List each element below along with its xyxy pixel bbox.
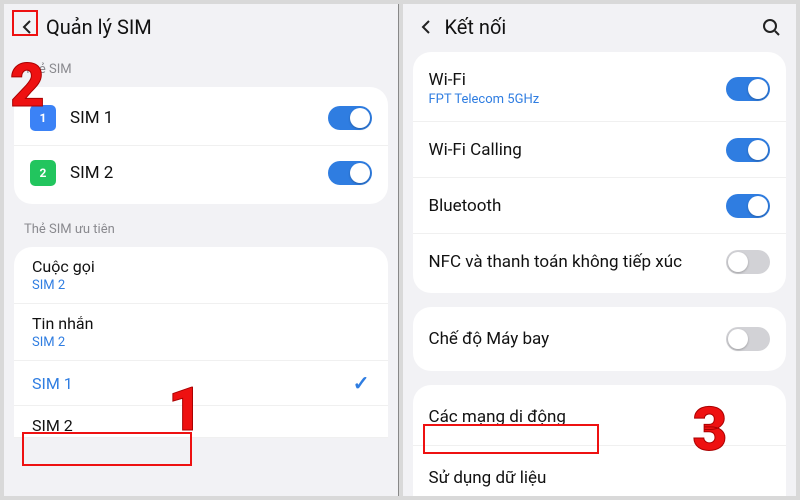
back-button[interactable] (14, 14, 40, 40)
sim2-row[interactable]: 2 SIM 2 (14, 145, 388, 200)
bluetooth-row[interactable]: Bluetooth (413, 177, 787, 233)
pref-calls-row[interactable]: Cuộc gọi SIM 2 (14, 247, 388, 304)
bluetooth-toggle[interactable] (726, 194, 770, 218)
connections-card-3: Các mạng di động Sử dụng dữ liệu (413, 385, 787, 496)
check-icon: ✓ (353, 371, 370, 395)
mobile-networks-label: Các mạng di động (429, 407, 771, 427)
airplane-row[interactable]: Chế độ Máy bay (413, 311, 787, 367)
sim-list-card: 1 SIM 1 2 SIM 2 (14, 87, 388, 204)
sim1-toggle[interactable] (328, 106, 372, 130)
data-usage-label: Sử dụng dữ liệu (429, 468, 771, 488)
search-button[interactable] (758, 14, 784, 40)
sim2-icon: 2 (30, 160, 56, 186)
sim-manager-screen: Quản lý SIM Thẻ SIM 1 SIM 1 2 SIM 2 Thẻ … (4, 4, 399, 496)
nfc-row[interactable]: NFC và thanh toán không tiếp xúc (413, 233, 787, 289)
page-title: Quản lý SIM (46, 15, 386, 39)
sim1-label: SIM 1 (70, 108, 328, 128)
wifi-calling-label: Wi-Fi Calling (429, 140, 727, 160)
pref-data-selected-label: SIM 1 (32, 374, 73, 393)
pref-sms-label: Tin nhắn (32, 314, 370, 333)
connections-card-2: Chế độ Máy bay (413, 307, 787, 371)
pref-data-selected-row[interactable]: SIM 1 ✓ (14, 361, 388, 406)
pref-data-other-label: SIM 2 (32, 416, 370, 435)
priority-sim-list: Cuộc gọi SIM 2 Tin nhắn SIM 2 SIM 1 ✓ SI… (14, 247, 388, 438)
pref-calls-label: Cuộc gọi (32, 257, 370, 276)
pref-sms-value: SIM 2 (32, 335, 370, 350)
data-usage-row[interactable]: Sử dụng dữ liệu (413, 445, 787, 496)
wifi-label: Wi-Fi (429, 70, 727, 90)
connections-card-1: Wi-Fi FPT Telecom 5GHz Wi-Fi Calling Blu… (413, 52, 787, 293)
airplane-toggle[interactable] (726, 327, 770, 351)
section-label-the-sim: Thẻ SIM (4, 48, 398, 83)
sim1-icon: 1 (30, 105, 56, 131)
sim2-label: SIM 2 (70, 163, 328, 183)
nfc-toggle[interactable] (726, 250, 770, 274)
header: Quản lý SIM (4, 4, 398, 48)
wifi-calling-row[interactable]: Wi-Fi Calling (413, 121, 787, 177)
header: Kết nối (403, 4, 797, 48)
pref-calls-value: SIM 2 (32, 278, 370, 293)
sim2-toggle[interactable] (328, 161, 372, 185)
wifi-toggle[interactable] (726, 77, 770, 101)
page-title: Kết nối (445, 15, 759, 39)
back-button[interactable] (413, 14, 439, 40)
wifi-row[interactable]: Wi-Fi FPT Telecom 5GHz (413, 56, 787, 121)
mobile-networks-row[interactable]: Các mạng di động (413, 389, 787, 445)
search-icon (761, 17, 781, 37)
wifi-sublabel: FPT Telecom 5GHz (429, 92, 727, 107)
airplane-label: Chế độ Máy bay (429, 329, 727, 349)
pref-data-other-row[interactable]: SIM 2 (14, 406, 388, 438)
sim1-row[interactable]: 1 SIM 1 (14, 91, 388, 145)
chevron-left-icon (19, 19, 35, 35)
chevron-left-icon (418, 19, 434, 35)
section-label-priority: Thẻ SIM ưu tiên (4, 208, 398, 243)
bluetooth-label: Bluetooth (429, 196, 727, 216)
pref-sms-row[interactable]: Tin nhắn SIM 2 (14, 304, 388, 361)
connections-screen: Kết nối Wi-Fi FPT Telecom 5GHz Wi-Fi Cal… (403, 4, 797, 496)
wifi-calling-toggle[interactable] (726, 138, 770, 162)
nfc-label: NFC và thanh toán không tiếp xúc (429, 252, 727, 272)
